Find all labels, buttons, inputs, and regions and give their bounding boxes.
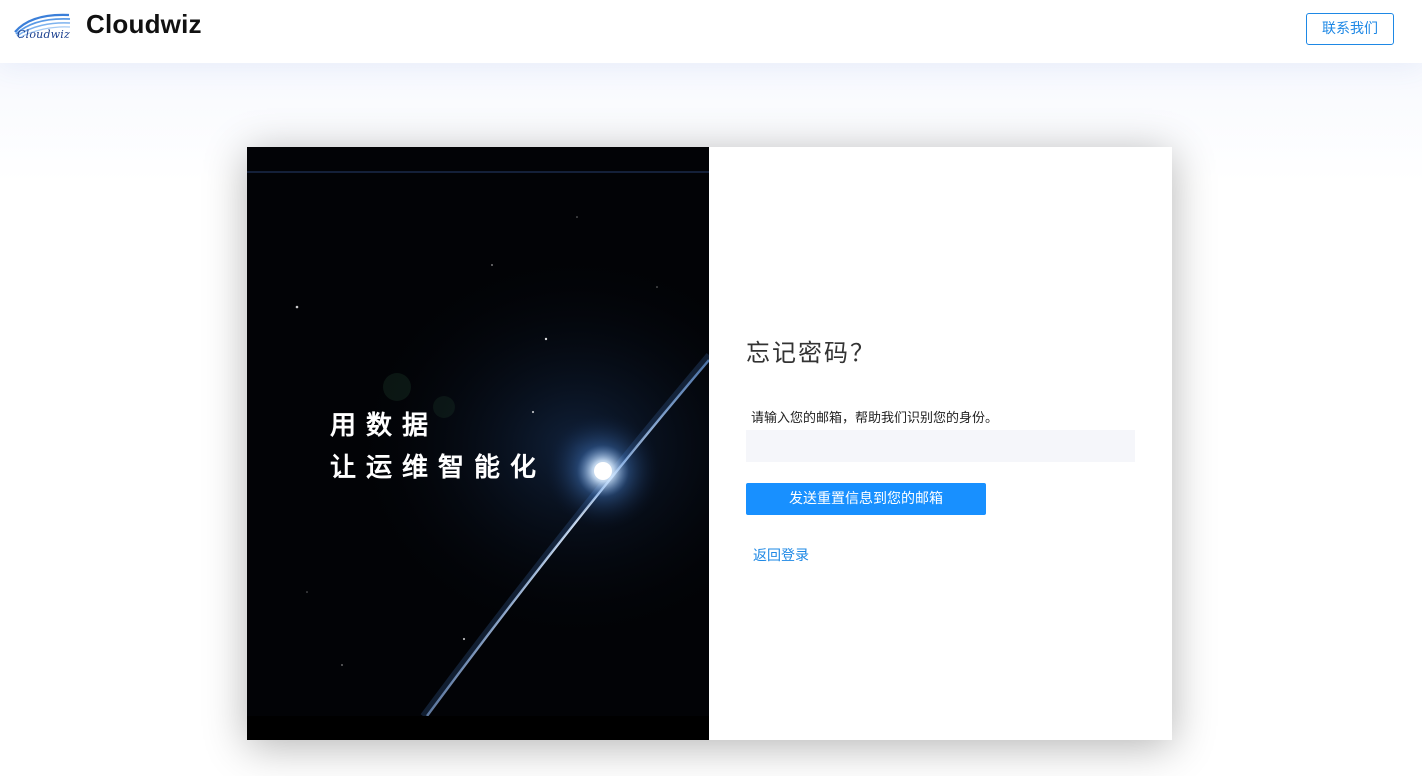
- hero-slogan-line-1: 用数据: [330, 411, 439, 441]
- earth-horizon-illustration: [247, 147, 709, 740]
- reset-form-panel: 忘记密码？ 请输入您的邮箱，帮助我们识别您的身份。 发送重置信息到您的邮箱 返回…: [709, 147, 1172, 740]
- contact-us-button[interactable]: 联系我们: [1306, 13, 1394, 45]
- back-to-login-link[interactable]: 返回登录: [753, 545, 809, 565]
- send-reset-email-button[interactable]: 发送重置信息到您的邮箱: [746, 483, 986, 515]
- top-navigation-bar: Cloudwiz Cloudwiz 联系我们: [0, 0, 1422, 63]
- hero-panel: 用数据 让运维智能化: [247, 147, 709, 740]
- email-field[interactable]: [746, 430, 1135, 462]
- logo-wordmark: Cloudwiz: [17, 28, 71, 41]
- hero-slogan-line-2: 让运维智能化: [330, 453, 547, 483]
- email-hint-label: 请输入您的邮箱，帮助我们识别您的身份。: [751, 411, 999, 426]
- forgot-password-card: 用数据 让运维智能化 忘记密码？ 请输入您的邮箱，帮助我们识别您的身份。 发送重…: [247, 147, 1172, 740]
- page-title: 忘记密码？: [746, 339, 876, 367]
- brand-name[interactable]: Cloudwiz: [86, 9, 202, 40]
